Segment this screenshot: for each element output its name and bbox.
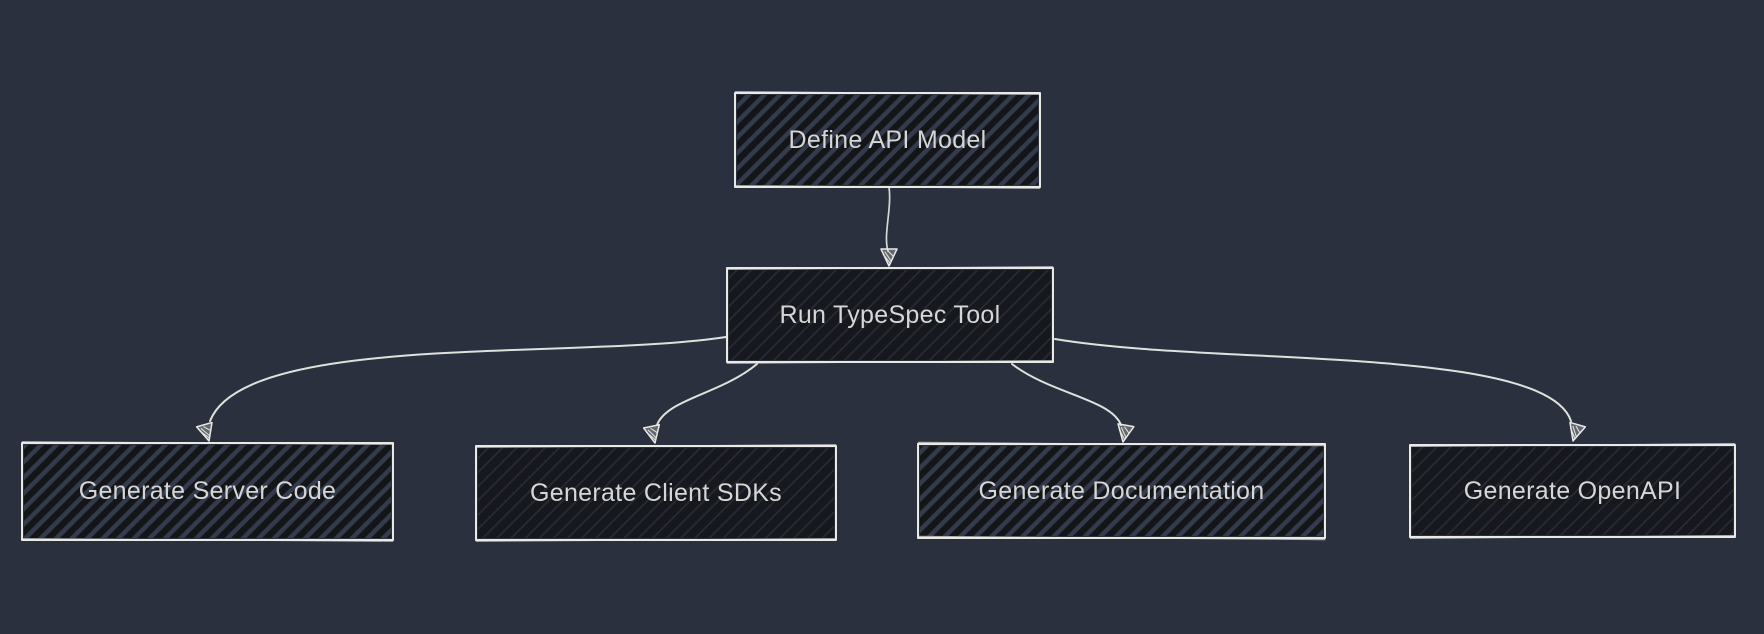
arrowhead-down-icon <box>1115 424 1134 444</box>
node-label: Generate Client SDKs <box>530 479 782 507</box>
node-run-typespec-tool: Run TypeSpec Tool <box>727 267 1054 364</box>
edge-line <box>210 337 726 421</box>
flowchart-svg: Define API Model Run TypeSpec Tool Gener… <box>0 0 1764 634</box>
flowchart-canvas: Define API Model Run TypeSpec Tool Gener… <box>0 0 1764 634</box>
arrowhead-down-icon <box>197 422 217 443</box>
node-generate-client-sdks: Generate Client SDKs <box>476 445 837 542</box>
node-label: Define API Model <box>789 126 987 154</box>
nodes-layer: Define API Model Run TypeSpec Tool Gener… <box>22 92 1736 542</box>
edge-define-to-run <box>881 187 897 266</box>
edge-line <box>1055 339 1571 421</box>
edge-run-to-openapi <box>1055 339 1585 443</box>
node-label: Run TypeSpec Tool <box>780 301 1001 329</box>
edge-line <box>886 187 889 251</box>
node-define-api-model: Define API Model <box>735 92 1041 189</box>
node-generate-openapi: Generate OpenAPI <box>1410 444 1736 539</box>
edge-line <box>1012 364 1121 425</box>
edge-line <box>657 364 757 425</box>
node-label: Generate Server Code <box>79 477 337 505</box>
arrowhead-down-icon <box>1565 422 1585 443</box>
node-label: Generate Documentation <box>979 477 1265 505</box>
arrowhead-down-icon <box>881 249 897 266</box>
node-generate-documentation: Generate Documentation <box>918 442 1326 539</box>
node-generate-server-code: Generate Server Code <box>22 442 394 542</box>
node-label: Generate OpenAPI <box>1464 477 1681 505</box>
edge-run-to-client-sdks <box>644 364 757 445</box>
arrowhead-down-icon <box>644 425 663 445</box>
edge-run-to-documentation <box>1012 364 1134 443</box>
